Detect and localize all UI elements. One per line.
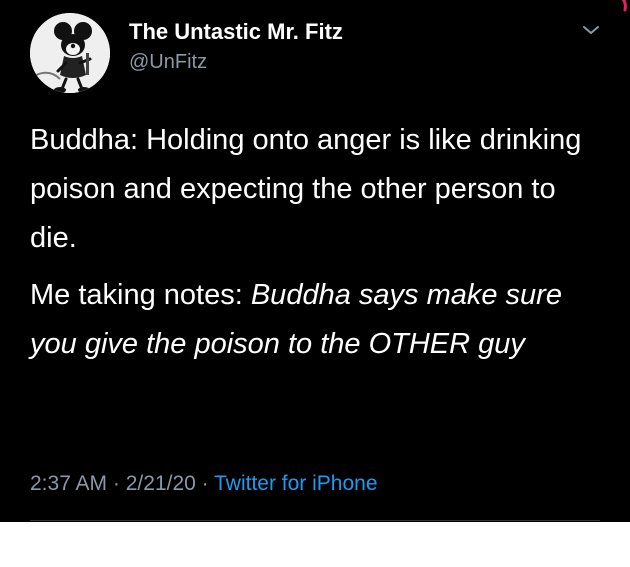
chevron-down-icon[interactable] — [582, 24, 600, 36]
divider — [30, 520, 600, 521]
user-handle[interactable]: @UnFitz — [129, 51, 207, 74]
tweet-card: The Untastic Mr. Fitz @UnFitz Buddha: Ho… — [0, 0, 630, 522]
cartoon-mouse-avatar-icon — [30, 13, 110, 93]
avatar[interactable] — [30, 13, 110, 93]
tweet-text: Buddha: Holding onto anger is like drink… — [30, 116, 610, 369]
tweet-time[interactable]: 2:37 AM — [30, 472, 107, 495]
tweet-metadata: 2:37 AM · 2/21/20 · Twitter for iPhone — [30, 472, 378, 496]
tweet-paragraph-1: Buddha: Holding onto anger is like drink… — [30, 124, 582, 254]
tweet-paragraph-2: Me taking notes: Buddha says make sure y… — [30, 271, 610, 369]
tweet-paragraph-2-prefix: Me taking notes: — [30, 279, 251, 311]
tweet-source-link[interactable]: Twitter for iPhone — [214, 472, 377, 495]
meta-separator: · — [107, 472, 126, 495]
display-name[interactable]: The Untastic Mr. Fitz — [129, 19, 343, 45]
corner-mark — [621, 0, 627, 12]
tweet-date[interactable]: 2/21/20 — [126, 472, 196, 495]
meta-separator: · — [195, 472, 215, 495]
